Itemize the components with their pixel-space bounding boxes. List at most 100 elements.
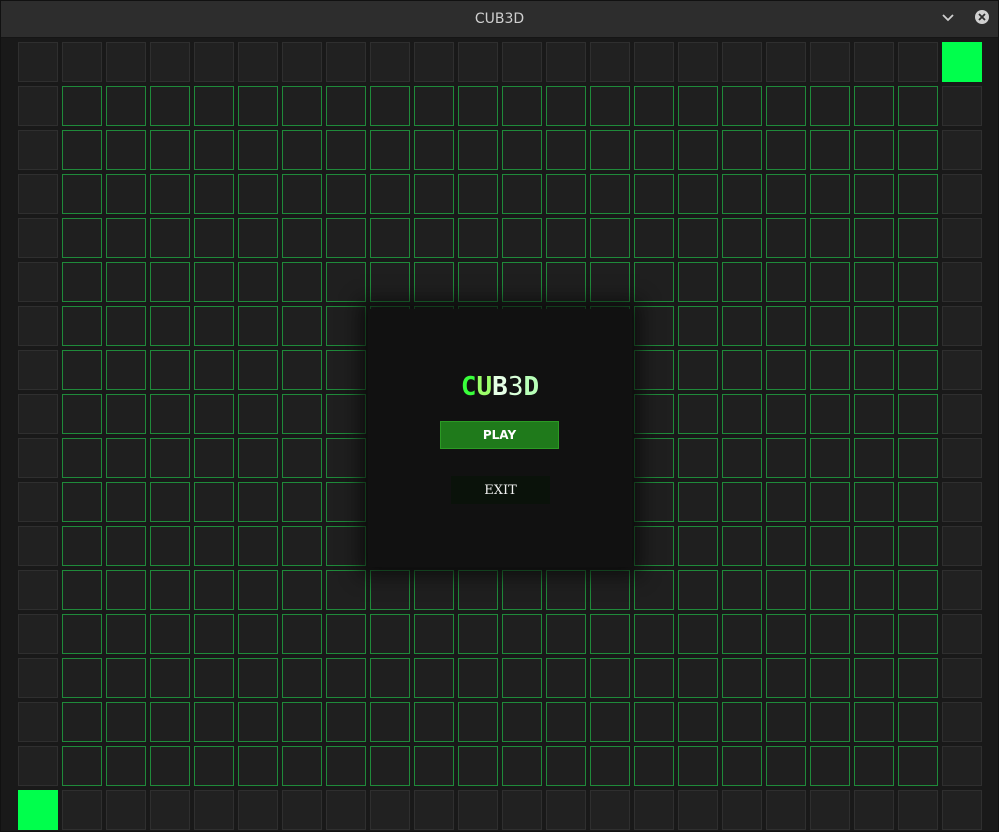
floor-cell	[590, 86, 630, 126]
wall-cell	[414, 790, 454, 830]
floor-cell	[810, 658, 850, 698]
floor-cell	[326, 614, 366, 654]
wall-cell	[942, 482, 982, 522]
floor-cell	[194, 570, 234, 610]
floor-cell	[810, 306, 850, 346]
floor-cell	[326, 526, 366, 566]
floor-cell	[106, 130, 146, 170]
floor-cell	[590, 174, 630, 214]
floor-cell	[194, 218, 234, 258]
floor-cell	[194, 174, 234, 214]
wall-cell	[854, 790, 894, 830]
floor-cell	[502, 174, 542, 214]
title-bar[interactable]: CUB3D	[1, 1, 998, 38]
floor-cell	[634, 746, 674, 786]
floor-cell	[106, 526, 146, 566]
floor-cell	[590, 130, 630, 170]
wall-cell	[370, 790, 410, 830]
floor-cell	[458, 174, 498, 214]
floor-cell	[326, 306, 366, 346]
floor-cell	[502, 130, 542, 170]
floor-cell	[326, 130, 366, 170]
wall-cell	[282, 42, 322, 82]
floor-cell	[634, 614, 674, 654]
floor-cell	[766, 86, 806, 126]
floor-cell	[194, 130, 234, 170]
floor-cell	[766, 218, 806, 258]
marker-cell	[942, 42, 982, 82]
floor-cell	[458, 658, 498, 698]
floor-cell	[678, 482, 718, 522]
floor-cell	[898, 658, 938, 698]
floor-cell	[678, 130, 718, 170]
floor-cell	[326, 702, 366, 742]
wall-cell	[150, 790, 190, 830]
floor-cell	[62, 306, 102, 346]
play-button[interactable]: PLAY	[440, 421, 559, 449]
floor-cell	[810, 702, 850, 742]
floor-cell	[194, 262, 234, 302]
floor-cell	[150, 174, 190, 214]
floor-cell	[414, 218, 454, 258]
logo-letter: C	[460, 372, 477, 402]
floor-cell	[458, 130, 498, 170]
minimize-button[interactable]	[939, 10, 957, 28]
wall-cell	[106, 790, 146, 830]
floor-cell	[62, 394, 102, 434]
floor-cell	[722, 614, 762, 654]
floor-cell	[766, 526, 806, 566]
floor-cell	[238, 658, 278, 698]
floor-cell	[326, 394, 366, 434]
floor-cell	[854, 526, 894, 566]
floor-cell	[238, 262, 278, 302]
logo-letter: D	[523, 372, 540, 402]
floor-cell	[634, 658, 674, 698]
floor-cell	[150, 130, 190, 170]
wall-cell	[18, 42, 58, 82]
floor-cell	[106, 702, 146, 742]
floor-cell	[62, 658, 102, 698]
floor-cell	[898, 746, 938, 786]
floor-cell	[150, 262, 190, 302]
marker-cell	[18, 790, 58, 830]
floor-cell	[414, 658, 454, 698]
wall-cell	[942, 306, 982, 346]
wall-cell	[590, 42, 630, 82]
floor-cell	[678, 394, 718, 434]
wall-cell	[898, 790, 938, 830]
floor-cell	[854, 746, 894, 786]
wall-cell	[150, 42, 190, 82]
logo-letter: U	[476, 372, 493, 402]
wall-cell	[18, 306, 58, 346]
floor-cell	[194, 702, 234, 742]
floor-cell	[150, 746, 190, 786]
floor-cell	[634, 394, 674, 434]
floor-cell	[106, 746, 146, 786]
wall-cell	[458, 42, 498, 82]
floor-cell	[766, 350, 806, 390]
floor-cell	[370, 658, 410, 698]
floor-cell	[766, 394, 806, 434]
floor-cell	[678, 438, 718, 478]
wall-cell	[18, 702, 58, 742]
wall-cell	[18, 86, 58, 126]
floor-cell	[766, 658, 806, 698]
floor-cell	[458, 262, 498, 302]
floor-cell	[898, 482, 938, 522]
floor-cell	[502, 614, 542, 654]
floor-cell	[678, 702, 718, 742]
wall-cell	[942, 746, 982, 786]
floor-cell	[238, 702, 278, 742]
floor-cell	[854, 702, 894, 742]
floor-cell	[282, 658, 322, 698]
floor-cell	[502, 86, 542, 126]
floor-cell	[766, 702, 806, 742]
floor-cell	[106, 482, 146, 522]
floor-cell	[766, 438, 806, 478]
game-logo: C U B 3 D	[368, 373, 632, 401]
floor-cell	[150, 350, 190, 390]
floor-cell	[854, 394, 894, 434]
floor-cell	[282, 702, 322, 742]
close-button[interactable]	[973, 10, 991, 28]
exit-button[interactable]: EXIT	[451, 476, 550, 504]
